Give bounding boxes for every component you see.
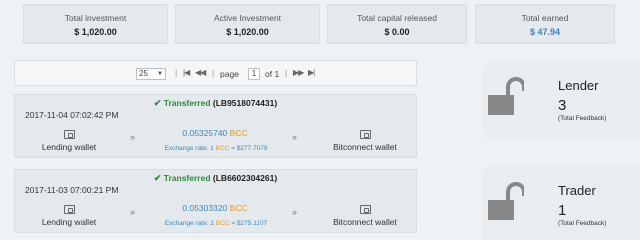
- stat-value: $ 1,020.00: [74, 27, 117, 37]
- stat-label: Total capital released: [357, 13, 437, 23]
- destination-wallet: Bitconnect wallet: [325, 205, 405, 227]
- profile-feedback-label: (Total Feedback): [558, 220, 607, 227]
- separator: |: [212, 68, 215, 78]
- transaction-id: (LB6602304261): [212, 173, 278, 183]
- separator: |: [175, 68, 178, 78]
- stat-value: $ 0.00: [384, 27, 410, 37]
- unlock-icon: [488, 182, 524, 220]
- check-icon: ✔: [153, 98, 162, 108]
- last-page-icon[interactable]: ▶|: [308, 68, 315, 77]
- double-chevron-right-icon: »: [130, 132, 136, 142]
- transaction-date: 2017-11-03 07:00:21 PM: [25, 185, 119, 195]
- stat-label: Active Investment: [213, 13, 282, 23]
- transaction-status: ✔ Transferred (LB9518074431): [153, 98, 278, 108]
- stat-value: $ 1,020.00: [226, 27, 269, 37]
- page-of-label: of 1: [265, 69, 280, 79]
- profile-count: 3: [558, 97, 567, 114]
- per-page-value: 25: [139, 69, 148, 78]
- caret-down-icon: ▼: [157, 71, 163, 77]
- wallet-label: Lending wallet: [41, 142, 97, 152]
- wallet-icon: [359, 205, 371, 214]
- transfer-amount: 0.05303320 BCC: [182, 203, 248, 213]
- stat-card-total-investment: Total investment $ 1,020.00: [23, 4, 168, 44]
- stat-card-total-earned: Total earned $ 47.94: [475, 4, 615, 44]
- wallet-label: Bitconnect wallet: [333, 217, 397, 227]
- profile-role: Lender: [558, 78, 599, 93]
- transaction-card: ✔ Transferred (LB9518074431) 2017-11-04 …: [14, 94, 417, 158]
- wallet-icon: [63, 205, 75, 214]
- transfer-amount: 0.05325740 BCC: [182, 128, 248, 138]
- exchange-rate: Exchange rate: 1 BCC = $277.7079: [164, 145, 268, 152]
- transaction-date: 2017-11-04 07:02:42 PM: [25, 110, 119, 120]
- double-chevron-right-icon: »: [292, 132, 298, 142]
- next-page-icon[interactable]: ▶▶: [293, 68, 304, 77]
- wallet-icon: [359, 130, 371, 139]
- stat-card-active-investment: Active Investment $ 1,020.00: [175, 4, 320, 44]
- profile-feedback-label: (Total Feedback): [558, 115, 607, 122]
- check-icon: ✔: [153, 173, 162, 183]
- prev-page-icon[interactable]: ◀◀: [195, 68, 206, 77]
- exchange-rate: Exchange rate: 1 BCC = $275.1107: [164, 220, 268, 227]
- separator: |: [285, 68, 288, 78]
- source-wallet: Lending wallet: [37, 130, 101, 152]
- per-page-select[interactable]: 25 ▼: [136, 68, 166, 80]
- stat-label: Total earned: [521, 13, 569, 23]
- profile-card-trader: Trader 1 (Total Feedback): [482, 166, 640, 240]
- profile-card-lender: Lender 3 (Total Feedback): [482, 61, 640, 141]
- page-input[interactable]: 1: [248, 68, 260, 80]
- stat-value: $ 47.94: [529, 27, 561, 37]
- double-chevron-right-icon: »: [292, 207, 298, 217]
- stat-card-capital-released: Total capital released $ 0.00: [327, 4, 467, 44]
- wallet-label: Lending wallet: [41, 217, 97, 227]
- pagination-bar: 25 ▼ | |◀ ◀◀ | page 1 of 1 | ▶▶ ▶|: [14, 60, 417, 86]
- first-page-icon[interactable]: |◀: [183, 68, 190, 77]
- destination-wallet: Bitconnect wallet: [325, 130, 405, 152]
- transaction-id: (LB9518074431): [212, 98, 278, 108]
- source-wallet: Lending wallet: [37, 205, 101, 227]
- stat-label: Total investment: [64, 13, 127, 23]
- page-label: page: [220, 69, 239, 79]
- transaction-status: ✔ Transferred (LB6602304261): [153, 173, 278, 183]
- wallet-label: Bitconnect wallet: [333, 142, 397, 152]
- transaction-card: ✔ Transferred (LB6602304261) 2017-11-03 …: [14, 169, 417, 233]
- profile-role: Trader: [558, 183, 596, 198]
- unlock-icon: [488, 77, 524, 115]
- double-chevron-right-icon: »: [130, 207, 136, 217]
- profile-count: 1: [558, 202, 567, 219]
- wallet-icon: [63, 130, 75, 139]
